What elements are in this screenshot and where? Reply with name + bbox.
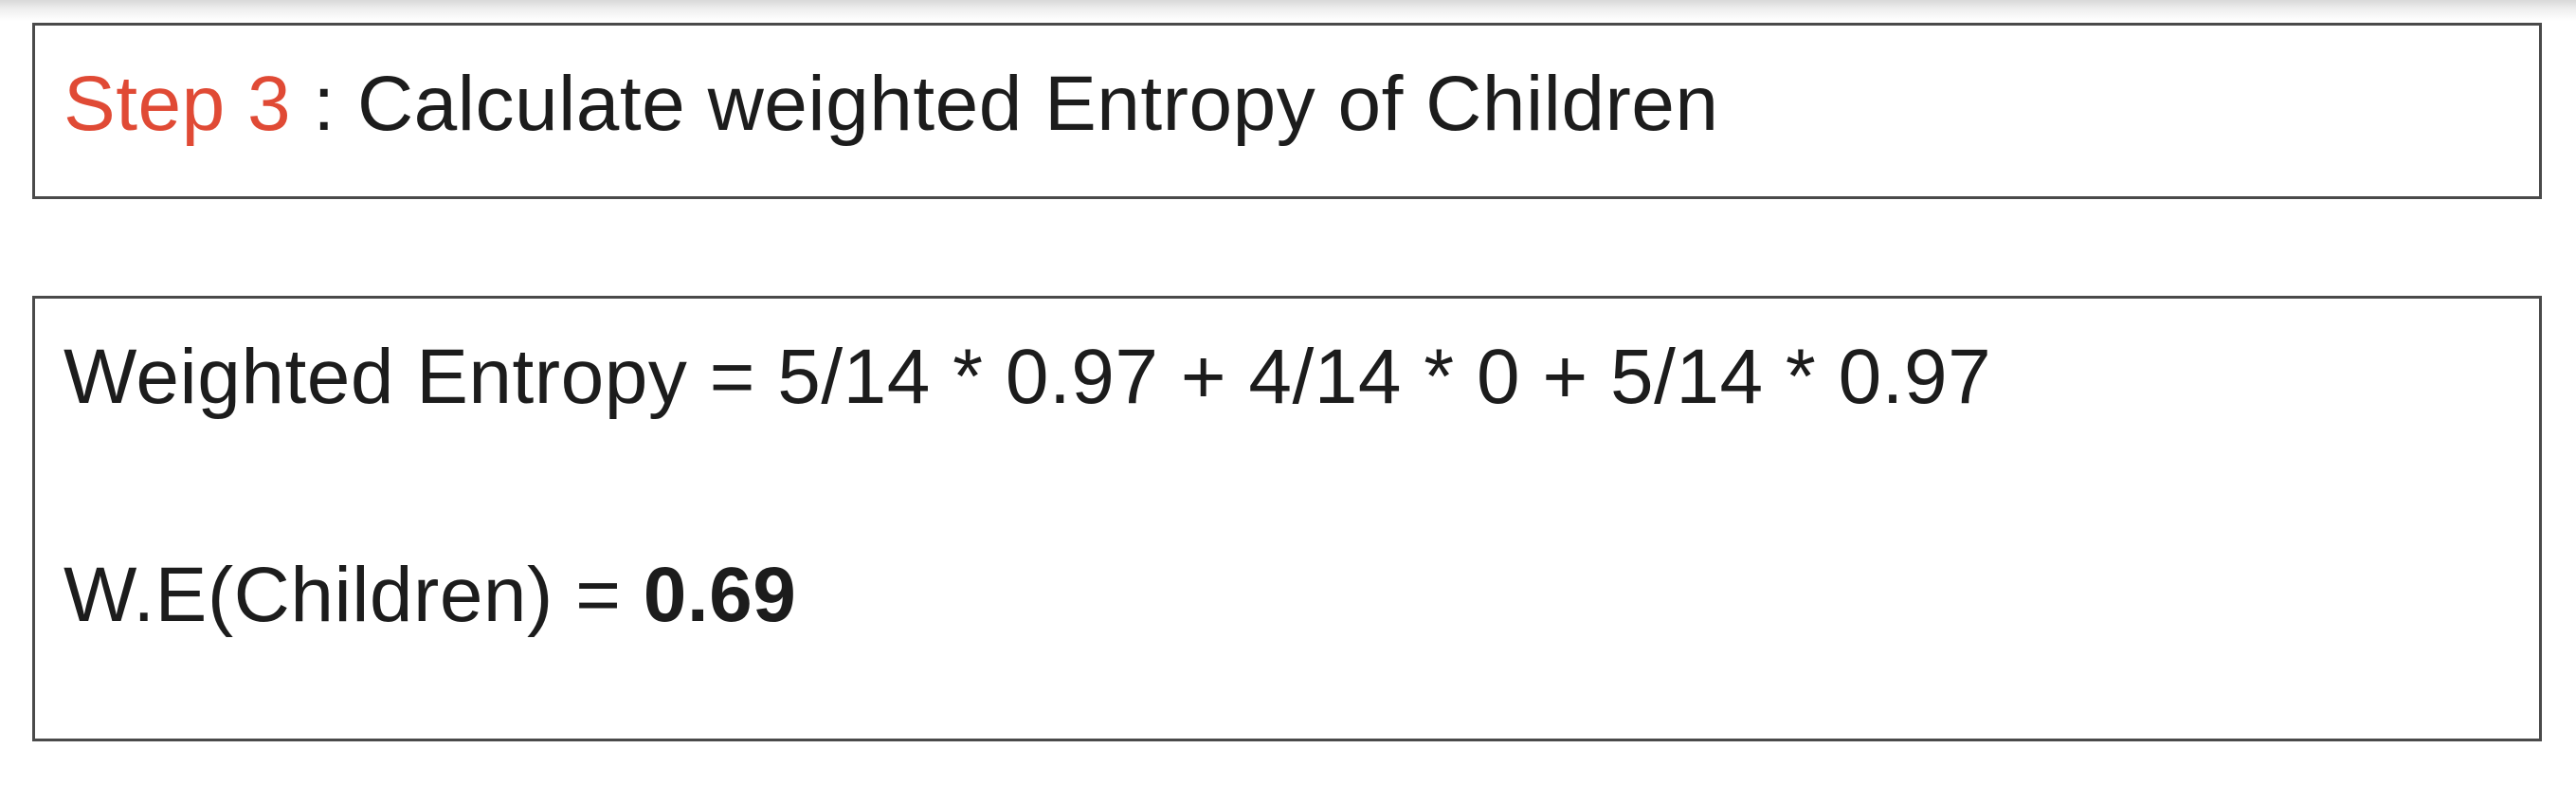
result-label: W.E(Children) = — [63, 552, 644, 638]
title-box: Step 3 : Calculate weighted Entropy of C… — [32, 23, 2542, 199]
title-separator: : — [291, 61, 357, 147]
top-shadow — [0, 0, 2576, 21]
weighted-entropy-formula: Weighted Entropy = 5/14 * 0.97 + 4/14 * … — [63, 334, 1992, 420]
title-text: Calculate weighted Entropy of Children — [356, 61, 1719, 147]
content-box: Weighted Entropy = 5/14 * 0.97 + 4/14 * … — [32, 296, 2542, 741]
weighted-entropy-result: W.E(Children) = 0.69 — [63, 557, 796, 634]
slide-title: Step 3 : Calculate weighted Entropy of C… — [63, 65, 1719, 143]
result-value: 0.69 — [643, 552, 797, 638]
step-label: Step 3 — [63, 61, 292, 147]
